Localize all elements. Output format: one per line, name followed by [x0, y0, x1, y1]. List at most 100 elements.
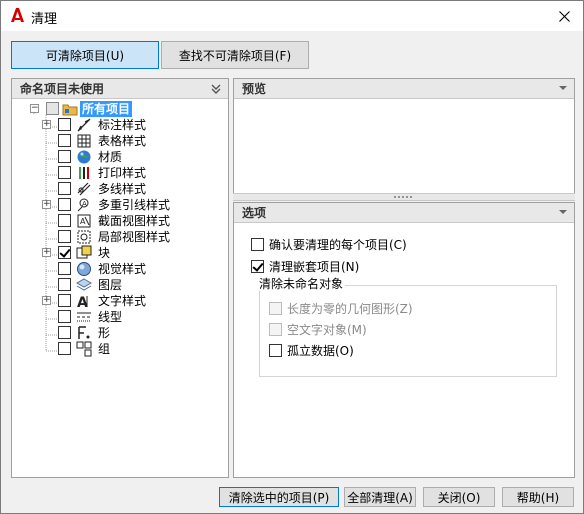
tab-purgeable-items-label: 可清除项目(U) — [45, 48, 125, 63]
svg-text:A: A — [77, 295, 88, 309]
dimension-style-icon — [77, 118, 91, 132]
unnamed-objects-group-label: 清除未命名对象 — [257, 277, 346, 291]
title-bar: 清理 — [1, 1, 583, 31]
tree-item[interactable]: 视觉样式 — [18, 261, 232, 277]
tree-item[interactable]: + A 文字样式 — [18, 293, 232, 309]
tree-item-checkbox[interactable] — [58, 294, 71, 307]
tree-item[interactable]: A 截面视图样式 — [18, 213, 232, 229]
group-icon — [76, 341, 92, 357]
tree-item[interactable]: 多线样式 — [18, 181, 232, 197]
tree-item-checkbox[interactable] — [58, 246, 71, 259]
multileader-style-icon: A — [77, 198, 89, 212]
chevron-down-icon[interactable] — [558, 83, 568, 93]
tree-item-label: 视觉样式 — [98, 262, 147, 276]
tree-item-checkbox[interactable] — [58, 230, 71, 243]
detail-view-style-icon — [77, 230, 91, 244]
purge-dialog: 清理 可清除项目(U) 查找不可清除项目(F) 命名项目未使用 − 所有项目 +… — [0, 0, 584, 514]
tree-item-checkbox[interactable] — [58, 326, 71, 339]
empty-text-objects-checkbox — [269, 323, 282, 336]
tree-item-label: 块 — [98, 246, 111, 260]
tree-item-checkbox[interactable] — [58, 134, 71, 147]
tab-non-purgeable-items[interactable]: 查找不可清除项目(F) — [161, 41, 309, 69]
confirm-each-item-checkbox[interactable] — [251, 238, 264, 251]
tree-item[interactable]: + 标注样式 — [18, 117, 232, 133]
tree-item-label: 多线样式 — [98, 182, 147, 196]
visual-style-icon — [77, 262, 91, 276]
tree-item[interactable]: + A 多重引线样式 — [18, 197, 232, 213]
purge-nested-items-label: 清理嵌套项目(N) — [269, 260, 360, 274]
tree-item-checkbox[interactable] — [58, 214, 71, 227]
tree-item-label: 材质 — [98, 150, 123, 164]
collapse-panel-icon[interactable] — [210, 83, 222, 95]
tree-item-label: 标注样式 — [98, 118, 147, 132]
chevron-down-icon[interactable] — [558, 207, 568, 217]
tree-item[interactable]: 表格样式 — [18, 133, 232, 149]
table-style-icon — [77, 134, 91, 148]
linetype-icon — [77, 312, 91, 322]
tree-item-checkbox[interactable] — [58, 310, 71, 323]
tree-item-label: 表格样式 — [98, 134, 147, 148]
panel-splitter[interactable] — [233, 193, 575, 201]
purge-all-button[interactable]: 全部清理(A) — [344, 487, 416, 507]
tree-item-checkbox[interactable] — [58, 150, 71, 163]
shape-icon — [78, 326, 90, 339]
expand-toggle[interactable]: + — [42, 200, 51, 209]
tree-item-checkbox[interactable] — [58, 262, 71, 275]
close-button[interactable]: 关闭(O) — [423, 487, 495, 507]
tree-item[interactable]: 打印样式 — [18, 165, 232, 181]
tree-item-checkbox[interactable] — [58, 278, 71, 291]
all-items-checkbox[interactable] — [46, 102, 59, 115]
purge-all-button-label: 全部清理(A) — [347, 490, 413, 505]
tree-item[interactable]: 形 — [18, 325, 232, 341]
purge-selected-button[interactable]: 清除选中的项目(P) — [219, 487, 339, 507]
tree-item-label: 组 — [98, 342, 111, 356]
expand-toggle[interactable]: + — [42, 120, 51, 129]
close-window-button[interactable] — [551, 5, 577, 27]
tree-item[interactable]: + 块 — [18, 245, 232, 261]
window-title: 清理 — [31, 12, 58, 27]
zero-length-geometry-label: 长度为零的几何图形(Z) — [287, 302, 413, 316]
tree-item-checkbox[interactable] — [58, 182, 71, 195]
folder-all-items-icon — [62, 104, 78, 116]
text-style-icon: A — [77, 295, 88, 309]
tree-item-label: 多重引线样式 — [98, 198, 171, 212]
purge-selected-button-label: 清除选中的项目(P) — [228, 490, 330, 505]
preview-panel: 预览 — [233, 78, 575, 194]
tree-item-checkbox[interactable] — [58, 342, 71, 355]
grip-dots-icon — [394, 196, 412, 198]
tree-item-label: 打印样式 — [98, 166, 147, 180]
close-button-label: 关闭(O) — [437, 490, 481, 505]
tree-item-label: 截面视图样式 — [98, 214, 171, 228]
expand-toggle[interactable]: + — [42, 248, 51, 257]
zero-length-geometry-checkbox — [269, 302, 282, 315]
tree-item[interactable]: 局部视图样式 — [18, 229, 232, 245]
options-header: 选项 — [234, 203, 574, 223]
orphaned-data-checkbox[interactable] — [269, 344, 282, 357]
tree-item-checkbox[interactable] — [58, 166, 71, 179]
svg-text:A: A — [82, 200, 87, 208]
help-button[interactable]: 帮助(H) — [502, 487, 574, 507]
collapse-all-items-toggle[interactable]: − — [30, 104, 39, 113]
tab-purgeable-items[interactable]: 可清除项目(U) — [11, 41, 159, 69]
preview-header: 预览 — [234, 79, 574, 99]
tree-item-checkbox[interactable] — [58, 198, 71, 211]
tree-item[interactable]: 图层 — [18, 277, 232, 293]
svg-text:A: A — [80, 217, 86, 226]
expand-toggle[interactable]: + — [42, 296, 51, 305]
named-items-panel: 命名项目未使用 − 所有项目 + 标注样式 表格样式 材质 打印样式 多线样式 … — [11, 78, 229, 478]
named-items-header: 命名项目未使用 — [12, 79, 228, 99]
close-icon — [558, 10, 570, 22]
purge-nested-items-checkbox[interactable] — [251, 260, 264, 273]
options-header-label: 选项 — [242, 206, 267, 220]
layer-icon — [76, 278, 92, 291]
tree-item[interactable]: 线型 — [18, 309, 232, 325]
tree-item-label: 图层 — [98, 278, 123, 292]
tree-item[interactable]: 材质 — [18, 149, 232, 165]
tree-item-label: 文字样式 — [98, 294, 147, 308]
tree-root-all-items[interactable]: − 所有项目 — [18, 101, 232, 117]
tree-item-label: 线型 — [98, 310, 123, 324]
material-icon — [77, 150, 91, 164]
empty-text-objects-label: 空文字对象(M) — [287, 323, 367, 337]
tree-item-checkbox[interactable] — [58, 118, 71, 131]
tree-item[interactable]: 组 — [18, 341, 232, 357]
